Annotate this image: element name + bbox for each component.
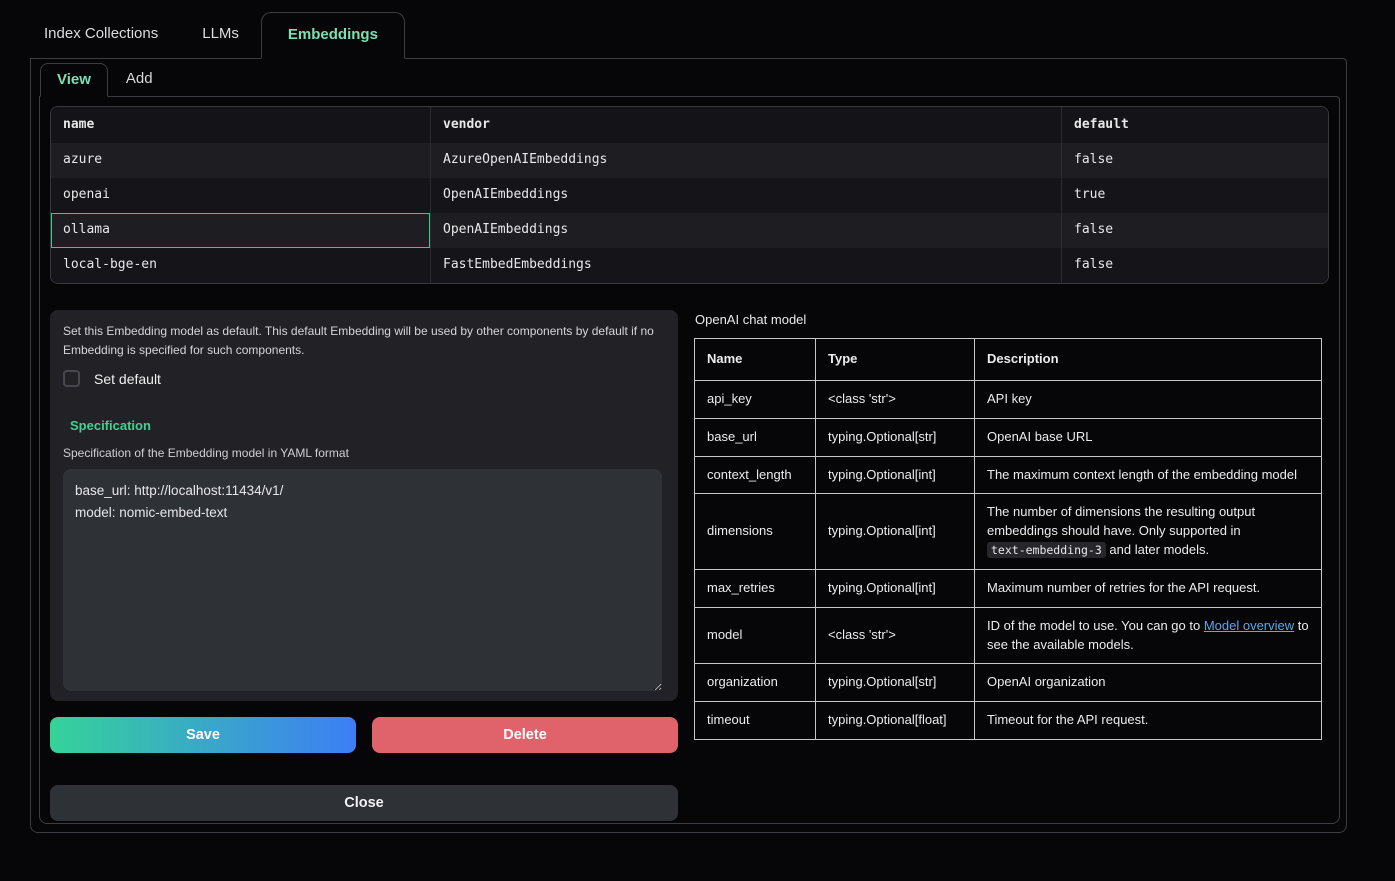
tab-llms[interactable]: LLMs <box>180 10 261 58</box>
main-tab-bar: Index Collections LLMs Embeddings <box>0 0 1395 58</box>
cell-name: azure <box>51 143 430 178</box>
cell-default: false <box>1061 248 1328 283</box>
param-type: typing.Optional[str] <box>816 418 975 456</box>
param-row-api-key: api_key <class 'str'> API key <box>695 380 1322 418</box>
save-button[interactable]: Save <box>50 717 356 753</box>
embedding-form-card: Set this Embedding model as default. Thi… <box>50 310 678 701</box>
set-default-label: Set default <box>94 371 161 387</box>
embeddings-table: name vendor default azure AzureOpenAIEmb… <box>50 106 1329 284</box>
param-name: context_length <box>695 456 816 494</box>
param-desc: Timeout for the API request. <box>975 702 1322 740</box>
cell-vendor: AzureOpenAIEmbeddings <box>430 143 1061 178</box>
param-type: typing.Optional[int] <box>816 494 975 570</box>
param-row-max-retries: max_retries typing.Optional[int] Maximum… <box>695 569 1322 607</box>
param-name: model <box>695 607 816 664</box>
param-type: <class 'str'> <box>816 607 975 664</box>
params-header-row: Name Type Description <box>695 339 1322 381</box>
param-type: <class 'str'> <box>816 380 975 418</box>
close-button[interactable]: Close <box>50 785 678 821</box>
embeddings-table-header: name vendor default <box>51 107 1328 143</box>
embeddings-panel: View Add name vendor default azure Azure… <box>30 58 1347 833</box>
delete-button[interactable]: Delete <box>372 717 678 753</box>
param-desc: The number of dimensions the resulting o… <box>975 494 1322 570</box>
model-panel-title: OpenAI chat model <box>695 312 1322 327</box>
param-row-context-length: context_length typing.Optional[int] The … <box>695 456 1322 494</box>
params-col-name: Name <box>695 339 816 381</box>
set-default-checkbox[interactable] <box>63 370 80 387</box>
model-overview-link[interactable]: Model overview <box>1204 618 1294 633</box>
set-default-row[interactable]: Set default <box>63 370 662 387</box>
subtab-add[interactable]: Add <box>108 61 171 96</box>
param-name: base_url <box>695 418 816 456</box>
table-row-azure[interactable]: azure AzureOpenAIEmbeddings false <box>51 143 1328 178</box>
view-panel: name vendor default azure AzureOpenAIEmb… <box>39 96 1340 824</box>
table-row-openai[interactable]: openai OpenAIEmbeddings true <box>51 178 1328 213</box>
cell-name: local-bge-en <box>51 248 430 283</box>
edit-embedding-section: Set this Embedding model as default. Thi… <box>50 310 678 821</box>
param-name: dimensions <box>695 494 816 570</box>
specification-title: Specification <box>70 418 662 433</box>
cell-default: false <box>1061 143 1328 178</box>
param-row-model: model <class 'str'> ID of the model to u… <box>695 607 1322 664</box>
param-desc: ID of the model to use. You can go to Mo… <box>975 607 1322 664</box>
param-row-base-url: base_url typing.Optional[str] OpenAI bas… <box>695 418 1322 456</box>
params-col-type: Type <box>816 339 975 381</box>
column-header-default: default <box>1061 107 1328 143</box>
tab-embeddings[interactable]: Embeddings <box>261 12 405 59</box>
column-header-vendor: vendor <box>430 107 1061 143</box>
cell-vendor: OpenAIEmbeddings <box>430 178 1061 213</box>
param-type: typing.Optional[str] <box>816 664 975 702</box>
default-description: Set this Embedding model as default. Thi… <box>63 322 662 359</box>
param-type: typing.Optional[int] <box>816 569 975 607</box>
cell-name-selected[interactable]: ollama <box>51 213 430 248</box>
param-name: api_key <box>695 380 816 418</box>
params-table: Name Type Description api_key <class 'st… <box>694 338 1322 740</box>
yaml-spec-textarea[interactable]: base_url: http://localhost:11434/v1/ mod… <box>63 469 662 691</box>
param-name: timeout <box>695 702 816 740</box>
param-name: max_retries <box>695 569 816 607</box>
cell-default: false <box>1061 213 1328 248</box>
subtab-view[interactable]: View <box>40 63 108 97</box>
param-type: typing.Optional[float] <box>816 702 975 740</box>
table-row-ollama[interactable]: ollama OpenAIEmbeddings false <box>51 213 1328 248</box>
param-desc: Maximum number of retries for the API re… <box>975 569 1322 607</box>
specification-subtitle: Specification of the Embedding model in … <box>63 446 662 460</box>
cell-name: openai <box>51 178 430 213</box>
params-col-description: Description <box>975 339 1322 381</box>
param-row-dimensions: dimensions typing.Optional[int] The numb… <box>695 494 1322 570</box>
column-header-name: name <box>51 107 430 143</box>
desc-text: and later models. <box>1106 542 1209 557</box>
param-desc: The maximum context length of the embedd… <box>975 456 1322 494</box>
param-desc: API key <box>975 380 1322 418</box>
param-row-timeout: timeout typing.Optional[float] Timeout f… <box>695 702 1322 740</box>
desc-text: ID of the model to use. You can go to <box>987 618 1204 633</box>
param-row-organization: organization typing.Optional[str] OpenAI… <box>695 664 1322 702</box>
cell-vendor: OpenAIEmbeddings <box>430 213 1061 248</box>
sub-tab-bar: View Add <box>31 59 1346 96</box>
inline-code: text-embedding-3 <box>987 542 1106 558</box>
table-row-local-bge-en[interactable]: local-bge-en FastEmbedEmbeddings false <box>51 248 1328 283</box>
param-type: typing.Optional[int] <box>816 456 975 494</box>
cell-default: true <box>1061 178 1328 213</box>
model-doc-section: OpenAI chat model Name Type Description … <box>694 310 1322 821</box>
cell-vendor: FastEmbedEmbeddings <box>430 248 1061 283</box>
param-desc: OpenAI base URL <box>975 418 1322 456</box>
param-desc: OpenAI organization <box>975 664 1322 702</box>
param-name: organization <box>695 664 816 702</box>
tab-index-collections[interactable]: Index Collections <box>22 10 180 58</box>
desc-text: The number of dimensions the resulting o… <box>987 504 1255 538</box>
